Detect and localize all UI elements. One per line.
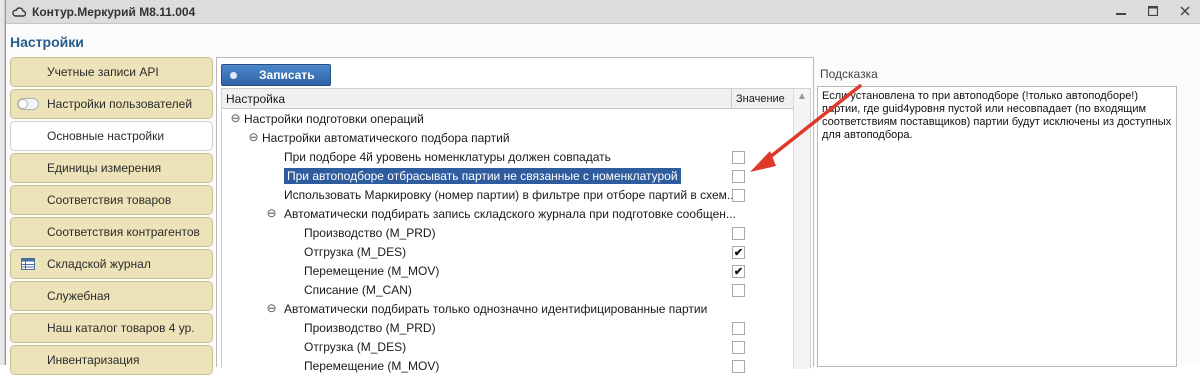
collapse-icon[interactable]: ⊖ bbox=[266, 207, 277, 219]
sidebar: Учетные записи API Настройки пользователе… bbox=[10, 57, 213, 375]
sidebar-item-9[interactable]: Наш каталог товаров 4 ур. bbox=[10, 313, 213, 343]
minimize-button[interactable] bbox=[1114, 3, 1128, 19]
setting-label: Производство (M_PRD) bbox=[304, 321, 436, 335]
hint-text: Если установлена то при автоподборе (!то… bbox=[817, 86, 1177, 367]
sidebar-item-6[interactable]: Соответствия контрагентов bbox=[10, 217, 213, 247]
checkbox[interactable] bbox=[732, 322, 745, 335]
setting-label: При подборе 4й уровень номенклатуры долж… bbox=[284, 150, 611, 164]
hint-label: Подсказка bbox=[820, 67, 878, 81]
table-row[interactable]: Использовать Маркировку (номер партии) в… bbox=[222, 186, 794, 205]
setting-label: Производство (M_PRD) bbox=[304, 226, 436, 240]
save-button-label: Записать bbox=[259, 68, 315, 82]
table-row[interactable]: Списание (M_CAN) bbox=[222, 281, 794, 300]
sidebar-item-label: Учетные записи API bbox=[47, 65, 159, 79]
table-row[interactable]: При автоподборе отбрасывать партии не св… bbox=[222, 167, 794, 186]
table-row[interactable]: Перемещение (M_MOV) bbox=[222, 357, 794, 376]
checkbox[interactable] bbox=[732, 170, 745, 183]
sidebar-item-5[interactable]: Соответствия товаров bbox=[10, 185, 213, 215]
setting-label: Автоматически подбирать запись складског… bbox=[284, 207, 736, 221]
sidebar-item-2[interactable]: Настройки пользователей bbox=[10, 89, 213, 119]
checkbox[interactable] bbox=[732, 189, 745, 202]
sidebar-item-4[interactable]: Единицы измерения bbox=[10, 153, 213, 183]
settings-panel: Записать Настройка Значение ⊖ Настройки п… bbox=[216, 57, 814, 373]
table-row[interactable]: При подборе 4й уровень номенклатуры долж… bbox=[222, 148, 794, 167]
journal-icon bbox=[21, 258, 35, 270]
setting-label: Списание (M_CAN) bbox=[304, 283, 412, 297]
grid-rows: ⊖ Настройки подготовки операций ⊖ Настройки… bbox=[222, 110, 794, 376]
setting-label: Настройки подготовки операций bbox=[244, 112, 424, 126]
setting-label: Отгрузка (M_DES) bbox=[304, 340, 407, 354]
setting-label: Настройки автоматического подбора партий bbox=[262, 131, 510, 145]
minimize-icon bbox=[1116, 13, 1126, 15]
checkbox[interactable] bbox=[732, 284, 745, 297]
settings-grid: Настройка Значение ⊖ Настройки подготовки… bbox=[221, 88, 811, 373]
sidebar-item-3[interactable]: Основные настройки bbox=[10, 121, 213, 151]
table-row[interactable]: ⊖ Автоматически подбирать запись складско… bbox=[222, 205, 794, 224]
setting-label: Использовать Маркировку (номер партии) в… bbox=[284, 188, 737, 202]
cloud-icon bbox=[12, 6, 26, 17]
maximize-icon bbox=[1148, 6, 1158, 16]
table-row[interactable]: ⊖ Настройки подготовки операций bbox=[222, 110, 794, 129]
close-icon bbox=[1180, 6, 1190, 16]
setting-label: Отгрузка (M_DES) bbox=[304, 245, 407, 259]
sidebar-item-label: Служебная bbox=[47, 289, 111, 303]
window-title: Контур.Меркурий М8.11.004 bbox=[32, 4, 196, 19]
toggle-icon bbox=[17, 98, 39, 110]
collapse-icon[interactable]: ⊖ bbox=[248, 131, 259, 143]
save-dot-icon bbox=[230, 71, 237, 79]
collapse-icon[interactable]: ⊖ bbox=[230, 112, 241, 124]
checkbox[interactable] bbox=[732, 360, 745, 373]
scroll-up-icon[interactable]: ▲ bbox=[797, 91, 807, 102]
vertical-scrollbar[interactable]: ▲ bbox=[793, 89, 810, 369]
table-row[interactable]: Перемещение (M_MOV) ✔ bbox=[222, 262, 794, 281]
save-button[interactable]: Записать bbox=[221, 64, 331, 86]
sidebar-item-8[interactable]: Служебная bbox=[10, 281, 213, 311]
sidebar-item-label: Единицы измерения bbox=[47, 161, 162, 175]
sidebar-item-label: Наш каталог товаров 4 ур. bbox=[47, 321, 195, 335]
column-header-setting[interactable]: Настройка bbox=[226, 92, 285, 106]
table-row[interactable]: Отгрузка (M_DES) ✔ bbox=[222, 243, 794, 262]
table-row[interactable]: Отгрузка (M_DES) bbox=[222, 338, 794, 357]
sidebar-item-label: Основные настройки bbox=[47, 129, 165, 143]
collapse-icon[interactable]: ⊖ bbox=[266, 302, 277, 314]
close-button[interactable] bbox=[1178, 3, 1192, 19]
setting-label: Автоматически подбирать только однозначн… bbox=[284, 302, 708, 316]
table-row[interactable]: Производство (M_PRD) bbox=[222, 224, 794, 243]
sidebar-item-label: Соответствия контрагентов bbox=[47, 225, 200, 239]
table-row[interactable]: Производство (M_PRD) bbox=[222, 319, 794, 338]
checkbox-checked[interactable]: ✔ bbox=[732, 265, 745, 278]
grid-header: Настройка Значение bbox=[222, 89, 810, 109]
sidebar-item-label: Соответствия товаров bbox=[47, 193, 172, 207]
sidebar-item-1[interactable]: Учетные записи API bbox=[10, 57, 213, 87]
checkbox[interactable] bbox=[732, 341, 745, 354]
sidebar-item-7[interactable]: Складской журнал bbox=[10, 249, 213, 279]
setting-label: Перемещение (M_MOV) bbox=[304, 359, 440, 373]
sidebar-item-label: Настройки пользователей bbox=[47, 97, 193, 111]
sidebar-item-label: Складской журнал bbox=[47, 257, 151, 271]
page-title: Настройки bbox=[10, 34, 84, 50]
column-separator bbox=[731, 89, 732, 109]
title-bar: Контур.Меркурий М8.11.004 bbox=[6, 0, 1200, 24]
checkbox-checked[interactable]: ✔ bbox=[732, 246, 745, 259]
sidebar-item-10[interactable]: Инвентаризация bbox=[10, 345, 213, 375]
maximize-button[interactable] bbox=[1146, 3, 1160, 19]
toolbar: Записать bbox=[221, 64, 331, 86]
setting-label: При автоподборе отбрасывать партии не св… bbox=[284, 168, 681, 184]
table-row[interactable]: ⊖ Автоматически подбирать только однознач… bbox=[222, 300, 794, 319]
setting-label: Перемещение (M_MOV) bbox=[304, 264, 440, 278]
column-header-value[interactable]: Значение bbox=[736, 93, 785, 105]
checkbox[interactable] bbox=[732, 151, 745, 164]
checkbox[interactable] bbox=[732, 227, 745, 240]
table-row[interactable]: ⊖ Настройки автоматического подбора парти… bbox=[222, 129, 794, 148]
